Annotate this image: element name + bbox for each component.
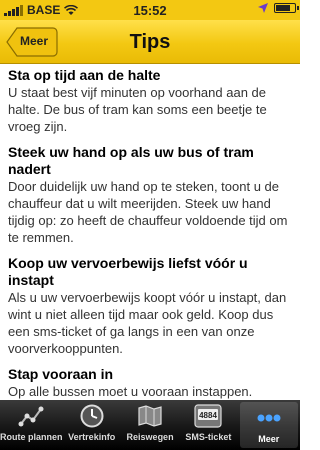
tab-label: Meer xyxy=(258,434,280,444)
tip-body: Door duidelijk uw hand op te steken, too… xyxy=(8,179,288,245)
tab-label: Vertrekinfo xyxy=(68,432,116,442)
tab-label: SMS-ticket xyxy=(185,432,232,442)
phone-4884-icon: 4884 xyxy=(194,404,223,428)
route-icon xyxy=(18,406,44,427)
status-right xyxy=(258,3,299,13)
tab-sms-ticket[interactable]: 4884 SMS-ticket xyxy=(179,400,237,450)
tips-content[interactable]: Sta op tijd aan de halte U staat best vi… xyxy=(0,64,300,400)
tip-heading: Steek uw hand op als uw bus of tram nade… xyxy=(8,144,254,177)
tab-route-plannen[interactable]: Route plannen xyxy=(0,400,63,450)
tab-label: Route plannen xyxy=(0,432,63,442)
status-bar: BASE 15:52 xyxy=(0,0,300,20)
tip-heading: Koop uw vervoerbewijs liefst vóór u inst… xyxy=(8,255,248,288)
tab-label: Reiswegen xyxy=(126,432,174,442)
status-time: 15:52 xyxy=(133,3,167,18)
clock-icon xyxy=(80,404,104,428)
sms-number-text: 4884 xyxy=(200,411,218,420)
tip-body: Op alle bussen moet u vooraan instappen.… xyxy=(8,384,253,399)
tip-item: Sta op tijd aan de halte U staat best vi… xyxy=(0,67,300,135)
tab-vertrekinfo[interactable]: Vertrekinfo xyxy=(63,400,121,450)
battery-fill xyxy=(276,5,290,11)
more-icon xyxy=(257,414,281,422)
navigation-bar: Meer Tips xyxy=(0,20,300,64)
tip-item: Stap vooraan in Op alle bussen moet u vo… xyxy=(0,366,300,400)
tip-heading: Stap vooraan in xyxy=(8,366,114,382)
tip-item: Koop uw vervoerbewijs liefst vóór u inst… xyxy=(0,255,300,357)
tip-body: Als u uw vervoerbewijs koopt vóór u inst… xyxy=(8,290,287,356)
tab-bar: Route plannen Vertrekinfo Reiswegen 4884… xyxy=(0,400,300,450)
location-arrow-icon xyxy=(258,3,268,13)
tip-item: Steek uw hand op als uw bus of tram nade… xyxy=(0,144,300,246)
tip-body: U staat best vijf minuten op voorhand aa… xyxy=(8,85,267,134)
map-icon xyxy=(138,405,162,427)
battery-icon xyxy=(274,3,299,13)
tip-heading: Sta op tijd aan de halte xyxy=(8,67,161,83)
page-title: Tips xyxy=(129,31,171,53)
tab-meer[interactable]: Meer xyxy=(239,402,298,448)
tab-reiswegen[interactable]: Reiswegen xyxy=(121,400,179,450)
